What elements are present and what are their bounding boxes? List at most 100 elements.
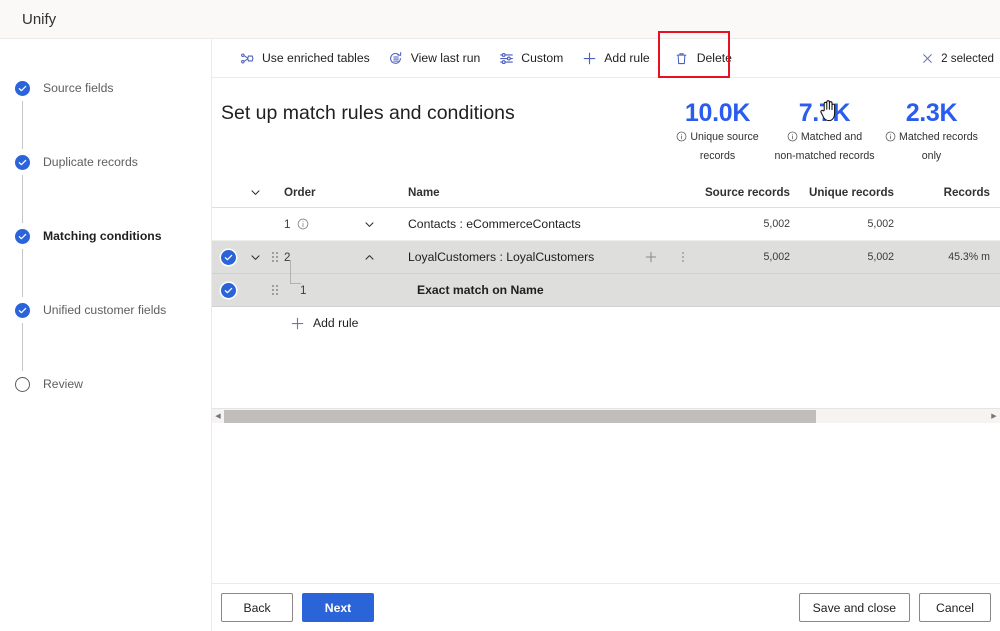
add-rule-row: Add rule bbox=[212, 308, 1000, 338]
history-icon bbox=[388, 50, 404, 66]
wizard-step-label: Unified customer fields bbox=[43, 303, 167, 317]
wizard-nav: Source fields Duplicate records Matching… bbox=[0, 39, 212, 631]
table-row[interactable]: 1 Exact match on Name bbox=[212, 260, 1000, 307]
row-collapse-toggle[interactable] bbox=[244, 252, 266, 263]
wizard-step-duplicate-records[interactable]: Duplicate records bbox=[0, 149, 211, 223]
row-drag-handle[interactable] bbox=[266, 252, 284, 262]
match-rules-grid: Order Name Source records Unique records… bbox=[212, 178, 1000, 423]
kpi-caption-line2: non-matched records bbox=[774, 150, 875, 162]
row-unique-records: 5,002 bbox=[867, 218, 894, 230]
kpi-caption-line1: Unique source bbox=[690, 131, 759, 143]
plus-icon bbox=[581, 50, 597, 66]
use-enriched-tables-button[interactable]: Use enriched tables bbox=[230, 42, 379, 75]
add-rule-link-label: Add rule bbox=[313, 316, 359, 330]
enriched-tables-icon bbox=[239, 50, 255, 66]
row-order-number: 1 bbox=[300, 283, 307, 297]
sliders-icon bbox=[498, 50, 514, 66]
row-order-number: 1 bbox=[284, 217, 291, 231]
drag-handle-icon bbox=[272, 285, 278, 295]
table-row[interactable]: 1 Contacts : eCommerceContacts 5,002 5,0… bbox=[212, 208, 1000, 241]
close-icon[interactable] bbox=[921, 52, 934, 65]
row-order-cell: 1 bbox=[284, 260, 336, 297]
info-icon[interactable] bbox=[787, 131, 798, 147]
wizard-step-unified-customer-fields[interactable]: Unified customer fields bbox=[0, 297, 211, 371]
step-connector bbox=[22, 101, 23, 149]
add-rule-link[interactable]: Add rule bbox=[290, 316, 358, 331]
wizard-step-matching-conditions[interactable]: Matching conditions bbox=[0, 223, 211, 297]
step-connector bbox=[22, 249, 23, 297]
column-header-unique-records[interactable]: Unique records bbox=[800, 186, 904, 199]
kpi-caption: Matched and bbox=[771, 130, 878, 147]
step-connector bbox=[22, 175, 23, 223]
row-drag-handle[interactable] bbox=[266, 285, 284, 295]
delete-button[interactable]: Delete bbox=[665, 42, 741, 75]
add-rule-button[interactable]: Add rule bbox=[572, 42, 658, 75]
trash-icon bbox=[674, 50, 690, 66]
content-region: Set up match rules and conditions 10.0K … bbox=[212, 78, 1000, 583]
row-source-records: 5,002 bbox=[763, 218, 790, 230]
row-name-label: Exact match on Name bbox=[417, 283, 544, 297]
command-label: View last run bbox=[410, 51, 481, 65]
command-label: Use enriched tables bbox=[262, 51, 370, 65]
checkbox-checked-icon bbox=[220, 249, 236, 265]
row-expand-toggle[interactable] bbox=[336, 219, 402, 230]
save-and-close-button[interactable]: Save and close bbox=[798, 593, 910, 622]
row-checkbox[interactable] bbox=[212, 249, 244, 265]
back-button[interactable]: Back bbox=[221, 593, 293, 622]
step-status-icon bbox=[15, 154, 30, 170]
wizard-step-label: Review bbox=[43, 377, 83, 391]
step-status-icon bbox=[15, 228, 30, 244]
row-expand-toggle[interactable] bbox=[336, 252, 402, 263]
delete-button-wrapper: Delete bbox=[657, 30, 741, 78]
scroll-right-arrow-icon[interactable]: ▶ bbox=[988, 412, 1000, 420]
table-row[interactable]: 2 LoyalCustomers : LoyalCustomers 5,002 … bbox=[212, 241, 1000, 274]
main-pane: Use enriched tables View last run Custom… bbox=[212, 30, 1000, 631]
kpi-caption-line1: Matched and bbox=[800, 131, 863, 143]
row-name-label: Contacts : eCommerceContacts bbox=[408, 217, 581, 231]
row-more-options-icon[interactable] bbox=[682, 252, 684, 262]
app-title: Unify bbox=[22, 10, 57, 28]
info-icon[interactable] bbox=[676, 131, 687, 147]
info-icon[interactable] bbox=[297, 218, 309, 230]
kpi-unique-source-records: 10.0K Unique source records bbox=[664, 98, 771, 164]
wizard-step-source-fields[interactable]: Source fields bbox=[0, 75, 211, 149]
grid-header-row: Order Name Source records Unique records… bbox=[212, 178, 1000, 208]
kpi-matched-records-only: 2.3K Matched records only bbox=[878, 98, 985, 164]
row-add-icon[interactable] bbox=[644, 250, 658, 264]
selection-status-label: 2 selected bbox=[941, 51, 994, 65]
selection-status[interactable]: 2 selected bbox=[921, 52, 994, 65]
wizard-step-label: Source fields bbox=[43, 81, 114, 95]
info-icon[interactable] bbox=[885, 131, 896, 147]
column-header-order[interactable]: Order bbox=[284, 186, 336, 199]
body-split: Source fields Duplicate records Matching… bbox=[0, 30, 1000, 631]
step-status-icon bbox=[15, 376, 30, 392]
wizard-step-label: Matching conditions bbox=[43, 229, 162, 243]
row-name-cell: LoyalCustomers : LoyalCustomers bbox=[402, 250, 632, 264]
column-header-records[interactable]: Records bbox=[904, 186, 1000, 199]
scrollbar-track[interactable] bbox=[224, 409, 988, 423]
scroll-left-arrow-icon[interactable]: ◀ bbox=[212, 412, 224, 420]
horizontal-scrollbar[interactable]: ◀ ▶ bbox=[212, 408, 1000, 423]
scrollbar-thumb[interactable] bbox=[224, 409, 817, 423]
step-status-icon bbox=[15, 80, 30, 96]
row-actions bbox=[632, 250, 696, 264]
kpi-value: 2.3K bbox=[905, 99, 958, 127]
cancel-button[interactable]: Cancel bbox=[919, 593, 991, 622]
step-connector bbox=[22, 323, 23, 371]
command-bar: Use enriched tables View last run Custom… bbox=[212, 30, 1000, 122]
custom-button[interactable]: Custom bbox=[489, 42, 572, 75]
wizard-step-review[interactable]: Review bbox=[0, 371, 211, 397]
next-button[interactable]: Next bbox=[302, 593, 374, 622]
footer-actions: Back Next Save and close Cancel bbox=[212, 583, 1000, 631]
column-header-source-records[interactable]: Source records bbox=[696, 186, 800, 199]
column-header-name[interactable]: Name bbox=[402, 186, 632, 199]
kpi-group: 10.0K Unique source records 7.7K Matched… bbox=[664, 98, 985, 164]
view-last-run-button[interactable]: View last run bbox=[379, 42, 490, 75]
plus-icon bbox=[290, 316, 305, 331]
kpi-caption-line2: records bbox=[699, 150, 736, 162]
row-checkbox[interactable] bbox=[212, 282, 244, 298]
step-status-icon bbox=[15, 302, 30, 318]
collapse-all-toggle[interactable] bbox=[244, 187, 266, 198]
page-title: Set up match rules and conditions bbox=[221, 102, 515, 124]
app-header: Unify bbox=[0, 0, 1000, 39]
